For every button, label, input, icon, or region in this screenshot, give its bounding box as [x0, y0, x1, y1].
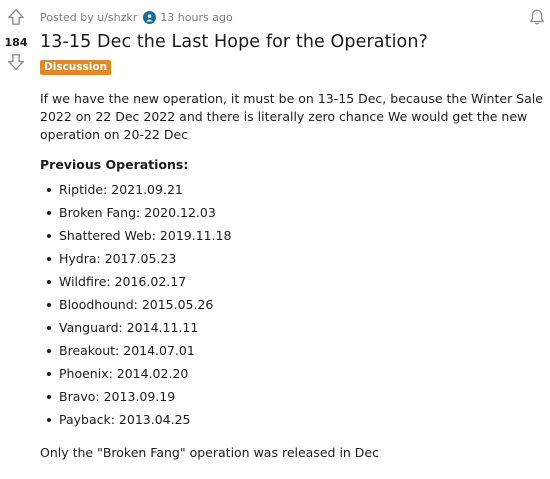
list-item: Vanguard: 2014.11.11 [40, 319, 231, 342]
list-item: Breakout: 2014.07.01 [40, 342, 231, 365]
notification-bell-icon[interactable] [528, 8, 546, 26]
downvote-button[interactable] [6, 52, 26, 72]
avatar-icon[interactable] [143, 10, 157, 24]
upvote-arrow-icon [8, 9, 24, 25]
avatar-glyph-icon [146, 13, 153, 22]
post-body: If we have the new operation, it must be… [40, 90, 545, 144]
posted-by-author[interactable]: Posted by u/shzkr [40, 11, 137, 24]
post-time[interactable]: 13 hours ago [160, 11, 232, 24]
operations-heading: Previous Operations: [40, 157, 189, 172]
list-item: Wildfire: 2016.02.17 [40, 273, 231, 296]
vote-count: 184 [4, 36, 28, 49]
post-title[interactable]: 13-15 Dec the Last Hope for the Operatio… [40, 32, 428, 52]
downvote-arrow-icon [8, 54, 24, 70]
list-item: Shattered Web: 2019.11.18 [40, 227, 231, 250]
post-outro-paragraph: Only the "Broken Fang" operation was rel… [40, 445, 379, 460]
list-item: Payback: 2013.04.25 [40, 411, 231, 434]
post-intro-paragraph: If we have the new operation, it must be… [40, 91, 543, 142]
list-item: Bloodhound: 2015.05.26 [40, 296, 231, 319]
list-item: Hydra: 2017.05.23 [40, 250, 231, 273]
flair-badge[interactable]: Discussion [40, 60, 112, 75]
list-item: Phoenix: 2014.02.20 [40, 365, 231, 388]
list-item: Bravo: 2013.09.19 [40, 388, 231, 411]
post-meta: Posted by u/shzkr 13 hours ago [40, 9, 233, 25]
operations-list: Riptide: 2021.09.21 Broken Fang: 2020.12… [40, 181, 231, 434]
upvote-button[interactable] [6, 7, 26, 27]
list-item: Riptide: 2021.09.21 [40, 181, 231, 204]
vote-column: 184 [0, 0, 32, 479]
list-item: Broken Fang: 2020.12.03 [40, 204, 231, 227]
